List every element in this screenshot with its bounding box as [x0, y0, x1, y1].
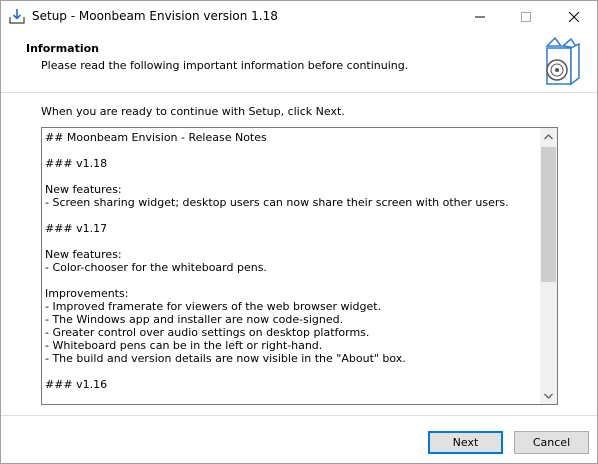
release-notes-line: Improvements:: [45, 287, 129, 300]
minimize-button[interactable]: [457, 1, 503, 32]
release-notes-line: - Whiteboard pens can be in the left or …: [45, 339, 323, 352]
release-notes-line: - Improved framerate for viewers of the …: [45, 300, 382, 313]
next-button[interactable]: Next: [428, 431, 503, 454]
release-notes-line: ### v1.16: [45, 378, 108, 391]
release-notes-line: [45, 365, 539, 378]
release-notes-line: ### v1.17: [45, 222, 108, 235]
release-notes-line: [45, 170, 539, 183]
minimize-icon: [475, 16, 485, 17]
wizard-header: Information Please read the following im…: [1, 32, 597, 92]
chevron-down-icon: [544, 393, 553, 399]
installer-icon: [9, 9, 25, 24]
release-notes-line: [45, 144, 539, 157]
release-notes-line: - Screen sharing widget; desktop users c…: [45, 196, 509, 209]
release-notes-line: [45, 235, 539, 248]
release-notes-line: - The Windows app and installer are now …: [45, 313, 344, 326]
release-notes-box[interactable]: ## Moonbeam Envision - Release Notes ###…: [41, 127, 558, 405]
chevron-up-icon: [544, 133, 553, 139]
release-notes-line: ### v1.18: [45, 157, 108, 170]
release-notes-line: [45, 209, 539, 222]
maximize-icon: [521, 11, 531, 22]
footer-divider: [1, 415, 597, 416]
close-icon: [569, 11, 579, 22]
scroll-thumb[interactable]: [541, 147, 556, 282]
vertical-scrollbar[interactable]: [540, 128, 557, 404]
cancel-button[interactable]: Cancel: [514, 431, 589, 454]
release-notes-line: - Color-chooser for the whiteboard pens.: [45, 261, 267, 274]
title-bar[interactable]: Setup - Moonbeam Envision version 1.18: [1, 1, 597, 32]
release-notes-line: - The build and version details are now …: [45, 352, 406, 365]
release-notes-line: New features:: [45, 183, 122, 196]
release-notes-line: ## Moonbeam Envision - Release Notes: [45, 131, 267, 144]
continue-prompt: When you are ready to continue with Setu…: [41, 105, 345, 118]
release-notes-line: New features:: [45, 248, 122, 261]
setup-window: Setup - Moonbeam Envision version 1.18 I…: [0, 0, 598, 464]
header-divider: [1, 92, 597, 93]
release-notes-text: ## Moonbeam Envision - Release Notes ###…: [45, 131, 539, 401]
scroll-up-button[interactable]: [540, 128, 557, 145]
window-title: Setup - Moonbeam Envision version 1.18: [32, 9, 278, 23]
release-notes-line: [45, 274, 539, 287]
setup-box-disc-icon: [545, 36, 580, 86]
maximize-button[interactable]: [503, 1, 549, 32]
release-notes-line: - Greater control over audio settings on…: [45, 326, 370, 339]
scroll-down-button[interactable]: [540, 387, 557, 404]
page-title: Information: [26, 42, 99, 55]
page-subtitle: Please read the following important info…: [41, 59, 409, 72]
close-button[interactable]: [551, 1, 597, 32]
